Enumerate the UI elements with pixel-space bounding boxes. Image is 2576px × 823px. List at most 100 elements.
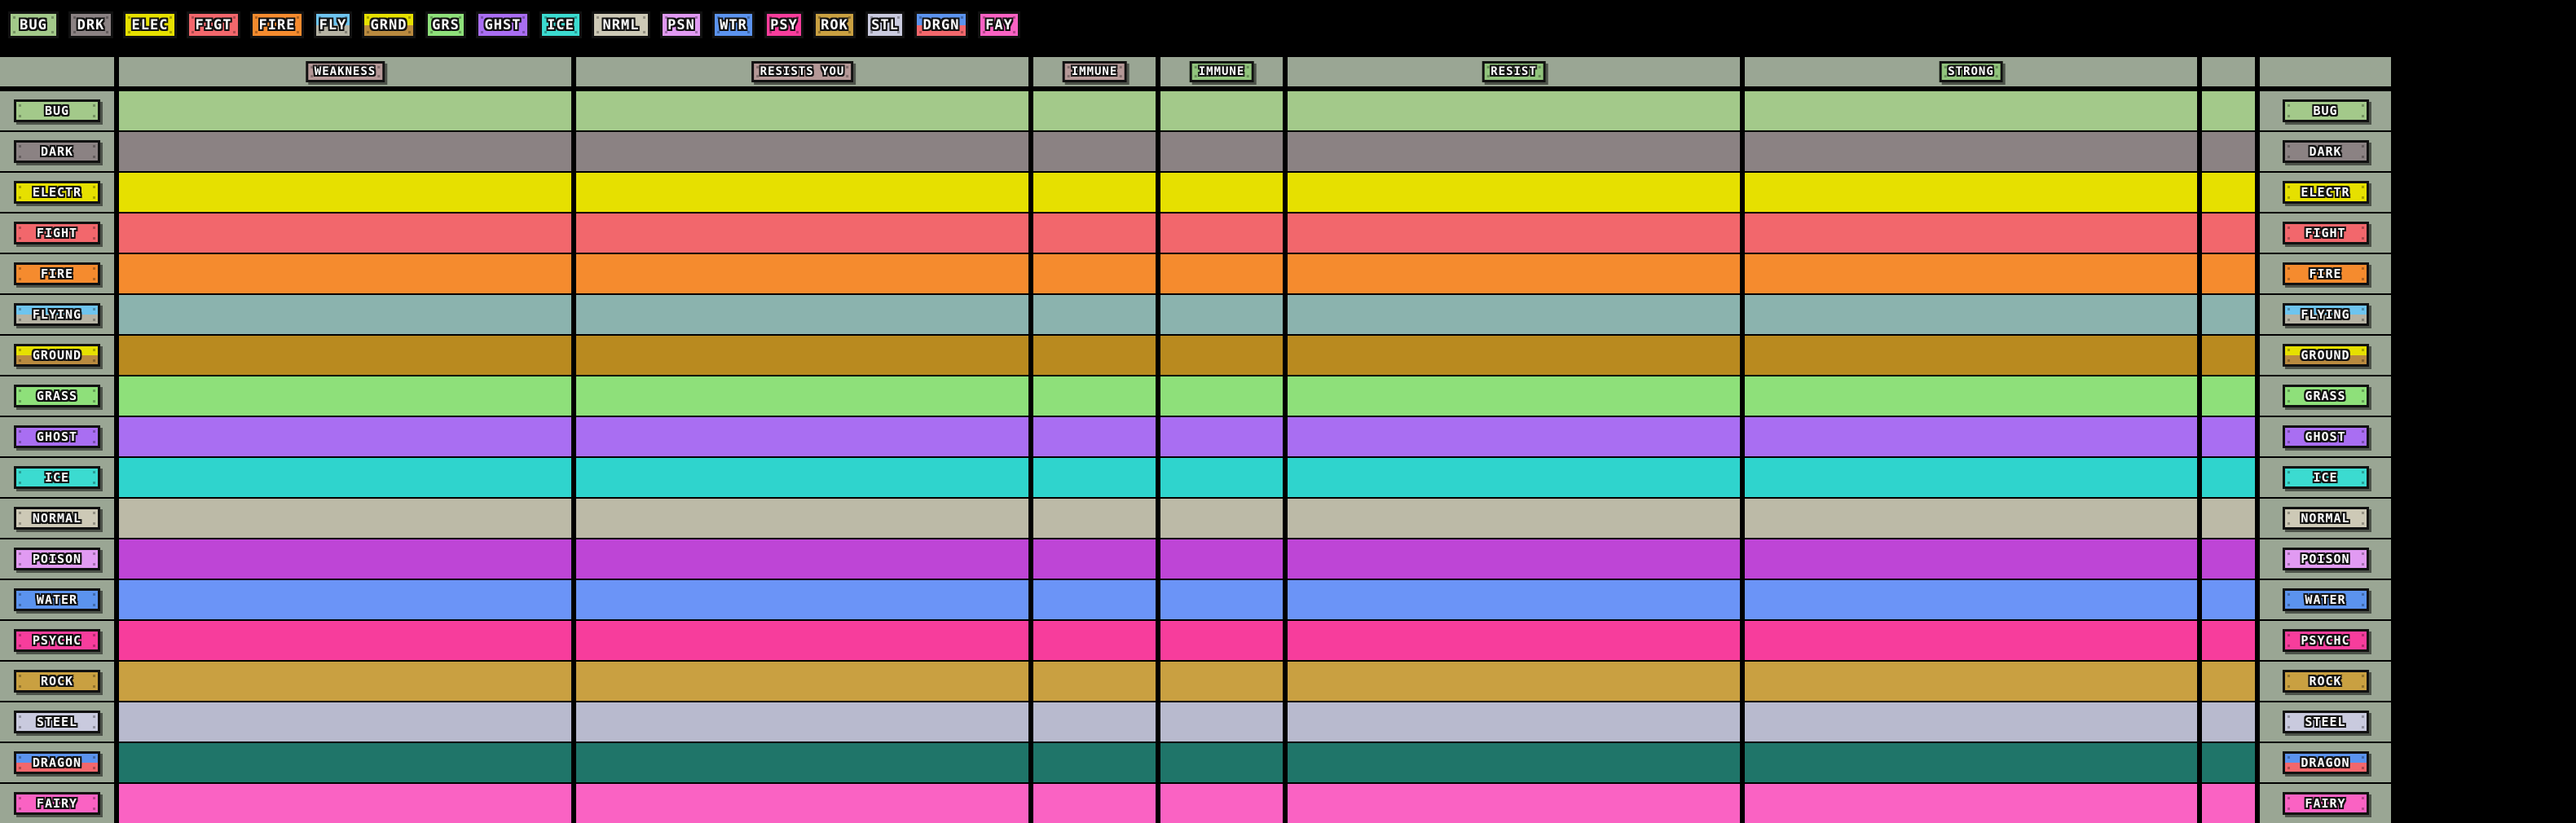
matchup-cell-immune-against-dragon[interactable] [1033,743,1156,782]
matchup-cell-strong-steel[interactable] [1745,702,2197,742]
row-type-badge-dragon-right[interactable]: DRAGON [2282,751,2369,774]
matchup-cell-resist-rock[interactable] [1288,662,1740,701]
matchup-cell-resist-normal[interactable] [1288,499,1740,538]
matchup-cell-resist-ice[interactable] [1288,458,1740,497]
matchup-cell-immune-to-fire[interactable] [1160,254,1283,293]
matchup-cell-immune-against-steel[interactable] [1033,702,1156,742]
row-type-badge-poison-right[interactable]: POISON [2282,548,2369,570]
row-type-badge-steel-left[interactable]: STEEL [14,711,100,733]
matchup-cell-spacer-psychc[interactable] [2202,621,2255,660]
matchup-cell-immune-to-grass[interactable] [1160,376,1283,416]
row-type-badge-grass-right[interactable]: GRASS [2282,385,2369,407]
matchup-cell-immune-to-electr[interactable] [1160,173,1283,212]
matchup-cell-resists-you-psychc[interactable] [576,621,1028,660]
matchup-cell-resists-you-ghost[interactable] [576,417,1028,456]
matchup-cell-resist-poison[interactable] [1288,539,1740,579]
matchup-cell-strong-dragon[interactable] [1745,743,2197,782]
matchup-cell-resists-you-normal[interactable] [576,499,1028,538]
matchup-cell-resists-you-steel[interactable] [576,702,1028,742]
matchup-cell-weakness-rock[interactable] [119,662,571,701]
matchup-cell-spacer-grass[interactable] [2202,376,2255,416]
matchup-cell-resists-you-dark[interactable] [576,132,1028,171]
matchup-cell-resist-fight[interactable] [1288,213,1740,253]
matchup-row-normal[interactable]: NORMAL NORMAL [0,499,2576,538]
matchup-cell-spacer-ghost[interactable] [2202,417,2255,456]
matchup-cell-strong-normal[interactable] [1745,499,2197,538]
matchup-row-fairy[interactable]: FAIRY FAIRY [0,784,2576,823]
matchup-cell-immune-to-normal[interactable] [1160,499,1283,538]
matchup-cell-weakness-bug[interactable] [119,91,571,130]
matchup-cell-immune-against-fairy[interactable] [1033,784,1156,823]
matchup-row-steel[interactable]: STEEL STEEL [0,702,2576,742]
matchup-cell-spacer-ground[interactable] [2202,336,2255,375]
type-filter-rok[interactable]: ROK [813,11,856,38]
matchup-cell-immune-to-ghost[interactable] [1160,417,1283,456]
matchup-cell-strong-poison[interactable] [1745,539,2197,579]
type-filter-drgn[interactable]: DRGN [914,11,968,38]
row-type-badge-water-left[interactable]: WATER [14,588,100,611]
matchup-cell-spacer-steel[interactable] [2202,702,2255,742]
matchup-cell-immune-against-ground[interactable] [1033,336,1156,375]
type-filter-drk[interactable]: DRK [68,11,113,38]
matchup-cell-spacer-ice[interactable] [2202,458,2255,497]
matchup-cell-immune-to-ground[interactable] [1160,336,1283,375]
row-type-badge-electr-right[interactable]: ELECTR [2282,181,2369,204]
row-type-badge-electr-left[interactable]: ELECTR [14,181,100,204]
row-type-badge-fire-left[interactable]: FIRE [14,262,100,285]
matchup-cell-spacer-normal[interactable] [2202,499,2255,538]
matchup-cell-immune-against-normal[interactable] [1033,499,1156,538]
matchup-row-bug[interactable]: BUG BUG [0,91,2576,130]
type-filter-elec[interactable]: ELEC [123,11,177,38]
matchup-row-ghost[interactable]: GHOST GHOST [0,417,2576,456]
row-type-badge-fairy-right[interactable]: FAIRY [2282,792,2369,815]
matchup-cell-immune-against-electr[interactable] [1033,173,1156,212]
matchup-cell-immune-to-fairy[interactable] [1160,784,1283,823]
matchup-cell-resist-ground[interactable] [1288,336,1740,375]
type-filter-figt[interactable]: FIGT [187,11,240,38]
matchup-cell-immune-against-flying[interactable] [1033,295,1156,334]
matchup-cell-resist-fire[interactable] [1288,254,1740,293]
matchup-cell-resists-you-fairy[interactable] [576,784,1028,823]
matchup-row-ice[interactable]: ICE ICE [0,458,2576,497]
matchup-cell-immune-against-ice[interactable] [1033,458,1156,497]
row-type-badge-ground-left[interactable]: GROUND [14,344,100,367]
matchup-cell-weakness-ice[interactable] [119,458,571,497]
matchup-cell-immune-against-grass[interactable] [1033,376,1156,416]
type-filter-psy[interactable]: PSY [764,11,804,38]
header-badge-strong[interactable]: STRONG [1939,61,2003,82]
matchup-row-fight[interactable]: FIGHT FIGHT [0,213,2576,253]
matchup-cell-strong-ice[interactable] [1745,458,2197,497]
matchup-cell-strong-bug[interactable] [1745,91,2197,130]
matchup-cell-resists-you-rock[interactable] [576,662,1028,701]
row-type-badge-psychc-left[interactable]: PSYCHC [14,629,100,652]
matchup-cell-resists-you-dragon[interactable] [576,743,1028,782]
type-filter-bug[interactable]: BUG [8,11,59,38]
type-filter-wtr[interactable]: WTR [712,11,755,38]
type-filter-fire[interactable]: FIRE [250,11,304,38]
matchup-cell-immune-to-flying[interactable] [1160,295,1283,334]
matchup-cell-resists-you-bug[interactable] [576,91,1028,130]
matchup-row-dark[interactable]: DARK DARK [0,132,2576,171]
matchup-row-fire[interactable]: FIRE FIRE [0,254,2576,293]
row-type-badge-flying-left[interactable]: FLYING [14,303,100,326]
matchup-cell-spacer-flying[interactable] [2202,295,2255,334]
row-type-badge-ice-right[interactable]: ICE [2282,466,2369,489]
matchup-cell-strong-psychc[interactable] [1745,621,2197,660]
type-filter-fay[interactable]: FAY [978,11,1020,38]
row-type-badge-psychc-right[interactable]: PSYCHC [2282,629,2369,652]
matchup-cell-immune-to-water[interactable] [1160,580,1283,619]
matchup-cell-weakness-flying[interactable] [119,295,571,334]
matchup-cell-resists-you-grass[interactable] [576,376,1028,416]
matchup-cell-immune-to-rock[interactable] [1160,662,1283,701]
header-badge-immune-to[interactable]: IMMUNE [1189,61,1254,82]
row-type-badge-grass-left[interactable]: GRASS [14,385,100,407]
matchup-cell-immune-against-psychc[interactable] [1033,621,1156,660]
matchup-cell-resist-electr[interactable] [1288,173,1740,212]
matchup-cell-resist-grass[interactable] [1288,376,1740,416]
row-type-badge-normal-right[interactable]: NORMAL [2282,507,2369,530]
header-badge-immune-against[interactable]: IMMUNE [1062,61,1127,82]
matchup-row-rock[interactable]: ROCK ROCK [0,662,2576,701]
row-type-badge-water-right[interactable]: WATER [2282,588,2369,611]
matchup-cell-weakness-fight[interactable] [119,213,571,253]
row-type-badge-rock-right[interactable]: ROCK [2282,670,2369,693]
